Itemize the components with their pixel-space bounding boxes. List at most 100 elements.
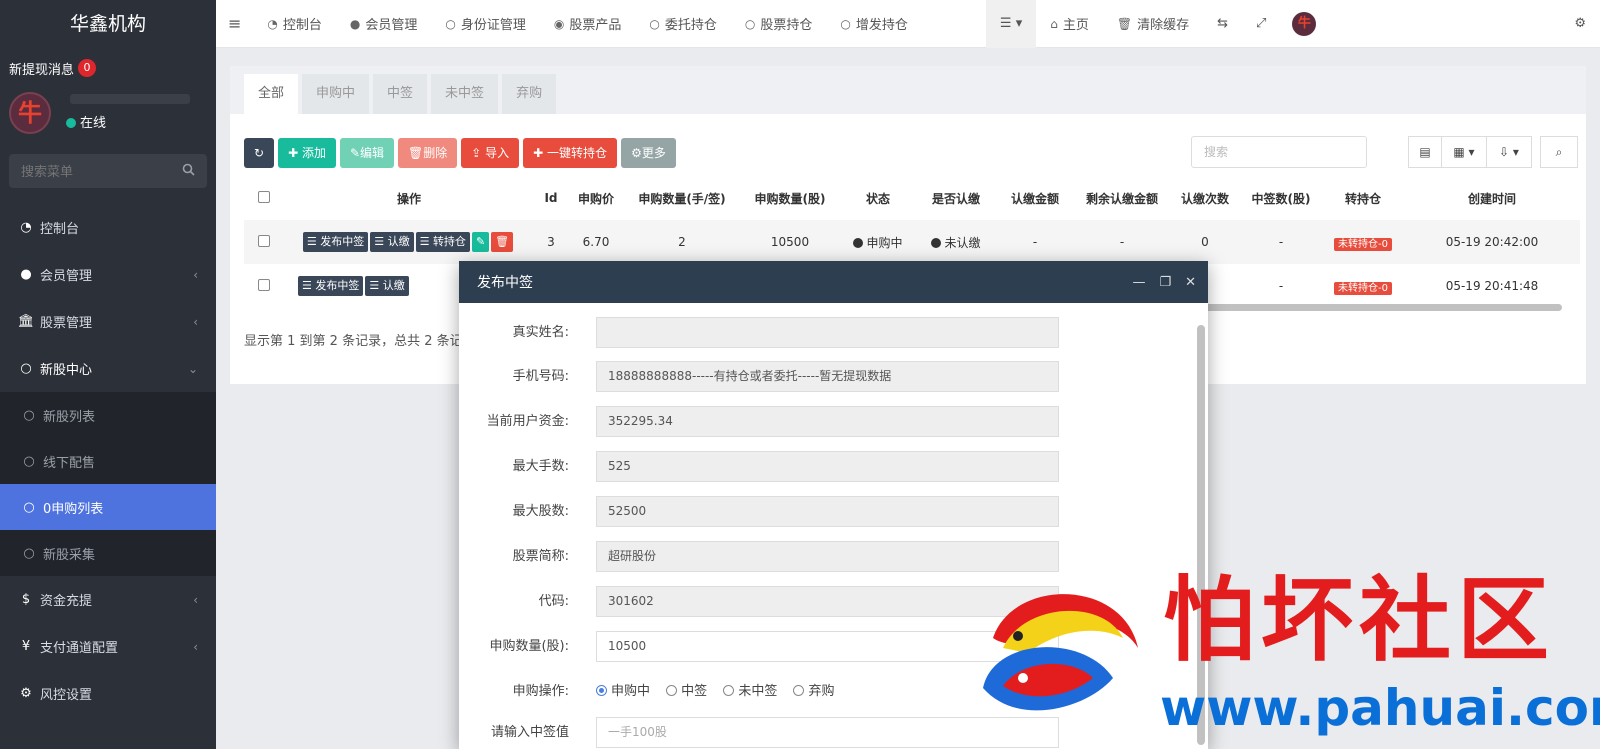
refresh-button[interactable]: ↻ bbox=[244, 138, 275, 168]
topnav-entrust[interactable]: ○ 委托持仓 bbox=[635, 0, 731, 48]
avatar[interactable]: 牛 bbox=[9, 92, 51, 134]
toggle-view-icon[interactable]: ▤ bbox=[1408, 136, 1442, 168]
sidebar-item-funds[interactable]: $ 资金充提 ‹ bbox=[0, 576, 216, 623]
subscribe-pay-button[interactable]: ☰ 认缴 bbox=[365, 276, 409, 296]
stock-name-field: 超研股份 bbox=[596, 541, 1059, 572]
topnav-dashboard[interactable]: ◔ 控制台 bbox=[253, 0, 336, 48]
circle-icon: ○ bbox=[23, 499, 35, 515]
col-shares[interactable]: 申购数量(股) bbox=[740, 176, 840, 220]
circle-icon: ○ bbox=[23, 545, 35, 561]
circle-icon: ○ bbox=[445, 16, 456, 31]
topnav-stock-products[interactable]: ◉ 股票产品 bbox=[540, 0, 636, 48]
user-panel: 牛 在线 bbox=[0, 88, 216, 154]
more-menu-dropdown[interactable]: ☰ ▾ bbox=[985, 0, 1037, 48]
list-icon: ☰ ▾ bbox=[999, 16, 1023, 31]
clear-cache-button[interactable]: 🗑 清除缓存 bbox=[1103, 0, 1203, 48]
col-id[interactable]: Id bbox=[534, 176, 568, 220]
more-button[interactable]: ⚙更多 bbox=[621, 138, 676, 168]
topnav-idcard[interactable]: ○ 身份证管理 bbox=[431, 0, 540, 48]
scrollbar-thumb[interactable] bbox=[1188, 304, 1562, 311]
col-price[interactable]: 申购价 bbox=[568, 176, 624, 220]
col-remaining[interactable]: 剩余认缴金额 bbox=[1074, 176, 1170, 220]
sidebar-item-members[interactable]: ● 会员管理 ‹ bbox=[0, 251, 216, 298]
sidebar-item-ipo-collect[interactable]: ○ 新股采集 bbox=[0, 530, 216, 576]
transfer-all-button[interactable]: ✚ 一键转持仓 bbox=[523, 138, 618, 168]
sidebar-item-payment[interactable]: ¥ 支付通道配置 ‹ bbox=[0, 623, 216, 670]
col-paid[interactable]: 是否认缴 bbox=[916, 176, 996, 220]
settings-icon[interactable]: ⚙ bbox=[1560, 0, 1600, 48]
columns-icon[interactable]: ▦ ▾ bbox=[1441, 136, 1487, 168]
dashboard-icon: ◔ bbox=[267, 16, 278, 31]
col-status[interactable]: 状态 bbox=[840, 176, 916, 220]
radio-lost[interactable]: 未中签 bbox=[723, 684, 777, 699]
field-row-realname: 真实姓名: bbox=[459, 317, 1179, 348]
dot-circle-icon: ◉ bbox=[553, 16, 565, 31]
radio-subscribing[interactable]: 申购中 bbox=[596, 684, 650, 699]
watermark-fish-logo bbox=[973, 578, 1143, 742]
tab-won[interactable]: 中签 bbox=[373, 74, 428, 114]
transfer-button[interactable]: ☰ 转持仓 bbox=[415, 232, 470, 252]
sidebar-item-stocks[interactable]: 🏛 股票管理 ‹ bbox=[0, 298, 216, 345]
bank-icon: 🏛 bbox=[17, 314, 35, 329]
import-button[interactable]: ⇪ 导入 bbox=[461, 138, 520, 168]
username-blurred bbox=[70, 94, 190, 104]
col-times[interactable]: 认缴次数 bbox=[1170, 176, 1240, 220]
table-search-input[interactable]: 搜索 bbox=[1191, 136, 1367, 168]
select-all-checkbox[interactable] bbox=[244, 176, 284, 220]
top-avatar[interactable]: 牛 bbox=[1292, 11, 1317, 36]
sidebar-item-ipo-center[interactable]: ○ 新股中心 ⌄ bbox=[0, 345, 216, 392]
cell-times: 0 bbox=[1170, 220, 1240, 264]
edit-row-icon[interactable]: ✎ bbox=[471, 232, 490, 252]
delete-button[interactable]: 🗑删除 bbox=[398, 138, 458, 168]
menu-search-input[interactable] bbox=[9, 154, 207, 188]
withdraw-notice[interactable]: 新提现消息 0 bbox=[0, 48, 216, 88]
col-won[interactable]: 中签数(股) bbox=[1240, 176, 1322, 220]
tab-lost[interactable]: 未中签 bbox=[431, 74, 499, 114]
realname-field bbox=[596, 317, 1059, 348]
radio-won[interactable]: 中签 bbox=[666, 684, 707, 699]
cell-id: 3 bbox=[534, 220, 568, 264]
cell-price: 6.70 bbox=[568, 220, 624, 264]
user-icon: ● bbox=[20, 267, 32, 282]
refresh-icon: ↻ bbox=[254, 146, 265, 160]
row-checkbox[interactable] bbox=[244, 220, 284, 264]
home-link[interactable]: ⌂ 主页 bbox=[1036, 0, 1103, 48]
language-icon[interactable]: ⇆ bbox=[1203, 0, 1242, 48]
menu-toggle-icon[interactable]: ≡ bbox=[216, 0, 253, 48]
radio-abandoned[interactable]: 弃购 bbox=[793, 684, 834, 699]
close-icon[interactable]: ✕ bbox=[1185, 275, 1196, 290]
sidebar-item-dashboard[interactable]: ◔ 控制台 bbox=[0, 204, 216, 251]
topnav-additional[interactable]: ○ 增发持仓 bbox=[826, 0, 922, 48]
search-icon[interactable] bbox=[182, 163, 195, 180]
dialog-title: 发布中签 bbox=[477, 275, 533, 291]
maximize-icon[interactable]: ❐ bbox=[1159, 275, 1171, 290]
chevron-left-icon: ‹ bbox=[193, 592, 198, 607]
field-row-stock-name: 股票简称: 超研股份 bbox=[459, 541, 1179, 572]
topnav-members[interactable]: ● 会员管理 bbox=[336, 0, 432, 48]
advanced-search-icon[interactable]: ⌕ bbox=[1540, 136, 1578, 168]
transfer-status-badge: 未转持仓-0 bbox=[1334, 281, 1392, 295]
minimize-icon[interactable]: — bbox=[1132, 275, 1145, 290]
edit-button[interactable]: ✎编辑 bbox=[339, 138, 395, 168]
fullscreen-icon[interactable]: ⤢ bbox=[1242, 0, 1280, 48]
sidebar-item-risk[interactable]: ⚙ 风控设置 bbox=[0, 670, 216, 717]
tab-abandoned[interactable]: 弃购 bbox=[502, 74, 557, 114]
add-button[interactable]: ✚ 添加 bbox=[278, 138, 336, 168]
paid-dot-icon bbox=[931, 237, 942, 248]
col-created[interactable]: 创建时间 bbox=[1404, 176, 1580, 220]
sidebar-item-offline-placement[interactable]: ○ 线下配售 bbox=[0, 438, 216, 484]
subscribe-pay-button[interactable]: ☰ 认缴 bbox=[370, 232, 414, 252]
delete-row-icon[interactable]: 🗑 bbox=[491, 232, 514, 252]
brand-title: 华鑫机构 bbox=[0, 0, 216, 48]
topnav-holdings[interactable]: ○ 股票持仓 bbox=[731, 0, 827, 48]
tab-subscribing[interactable]: 申购中 bbox=[302, 74, 370, 114]
sidebar-item-subscribe-list[interactable]: ○ 0申购列表 bbox=[0, 484, 216, 530]
col-lots[interactable]: 申购数量(手/签) bbox=[624, 176, 740, 220]
sidebar-item-ipo-list[interactable]: ○ 新股列表 bbox=[0, 392, 216, 438]
col-transfer[interactable]: 转持仓 bbox=[1322, 176, 1404, 220]
tab-all[interactable]: 全部 bbox=[244, 74, 299, 114]
col-amount[interactable]: 认缴金额 bbox=[996, 176, 1074, 220]
publish-win-button[interactable]: ☰ 发布中签 bbox=[302, 232, 369, 252]
export-icon[interactable]: ⇩ ▾ bbox=[1486, 136, 1532, 168]
publish-win-button[interactable]: ☰ 发布中签 bbox=[298, 276, 364, 296]
